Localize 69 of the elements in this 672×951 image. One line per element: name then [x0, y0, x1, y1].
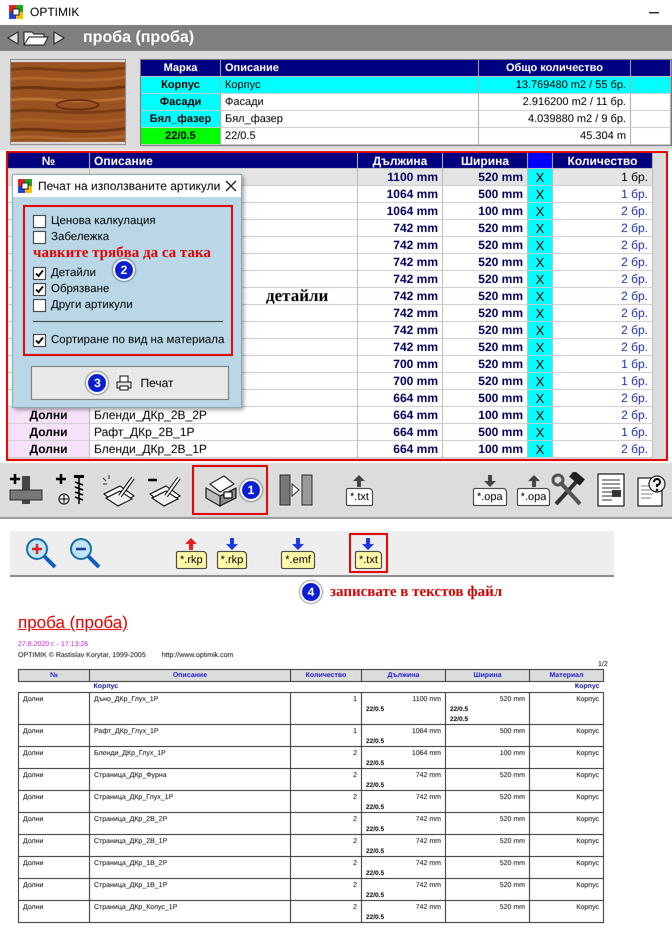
table-cell: X: [528, 322, 553, 339]
table-cell: X: [528, 288, 553, 305]
table-cell: 22/0.5: [141, 128, 221, 145]
table-cell: 45.304 m: [479, 128, 631, 145]
table-cell: X: [528, 220, 553, 237]
table-cell: X: [528, 339, 553, 356]
step-badge: 4: [300, 581, 322, 603]
table-cell: Долни: [8, 424, 90, 441]
column-header: Общо количество: [479, 60, 631, 77]
table-cell: X: [528, 424, 553, 441]
table-cell: 22/0.5: [221, 128, 479, 145]
zoom-out-icon[interactable]: [68, 536, 102, 570]
column-header: [528, 153, 553, 169]
forward-arrow-icon[interactable]: [52, 30, 66, 46]
document-icon[interactable]: [596, 472, 626, 508]
table-cell: X: [528, 271, 553, 288]
table-cell: 2 бр.: [553, 441, 653, 458]
zoom-in-icon[interactable]: [24, 536, 58, 570]
checkmark-icon: [34, 268, 45, 278]
close-icon[interactable]: [225, 180, 238, 192]
table-cell: X: [528, 186, 553, 203]
table-cell: X: [528, 203, 553, 220]
split-icon[interactable]: [278, 472, 314, 508]
column-header: Описание: [221, 60, 479, 77]
table-row[interactable]: Долни Рафт_ДКр_2В_1Р 664 mm 500 mm X 1 бр.: [8, 424, 653, 441]
table-cell: X: [528, 305, 553, 322]
checkmark-icon: [34, 284, 45, 294]
table-cell: 664 mm: [358, 441, 443, 458]
table-cell: Бял_фазер: [141, 111, 221, 128]
table-cell: X: [528, 254, 553, 271]
step-badge: 1: [240, 479, 262, 501]
annotation-text: записвате в текстов файл: [330, 584, 502, 600]
logo-icon: [8, 4, 24, 20]
file-button[interactable]: *.txt: [348, 533, 388, 573]
table-cell: X: [528, 407, 553, 424]
table-cell: X: [528, 169, 553, 186]
back-arrow-icon[interactable]: [6, 30, 20, 46]
table-cell: X: [528, 237, 553, 254]
checkmark-icon: [34, 334, 45, 346]
report-title: проба (проба): [18, 613, 128, 633]
column-header: [631, 60, 671, 77]
table-row[interactable]: 22/0.5 22/0.5 45.304 m: [141, 128, 671, 145]
window-title: OPTIMIK: [30, 5, 80, 19]
table-cell: Фасади: [141, 94, 221, 111]
table-row[interactable]: Корпус Корпус 13.769480 m2 / 55 бр.: [141, 77, 671, 94]
table-cell: X: [528, 390, 553, 407]
logo-icon: [17, 178, 33, 194]
table-cell: Долни: [8, 407, 90, 424]
table-cell: X: [528, 373, 553, 390]
table-cell: X: [528, 441, 553, 458]
pencil-paper-icon[interactable]: [100, 472, 136, 508]
print-button[interactable]: 1: [192, 465, 268, 515]
table-cell: Бленди_ДКр_2В_1Р: [90, 441, 358, 458]
table-cell: Долни: [8, 441, 90, 458]
print-button[interactable]: 3 Печат: [31, 366, 229, 400]
table-row[interactable]: Бял_фазер Бял_фазер 4.039880 m2 / 9 бр.: [141, 111, 671, 128]
printer-icon: [116, 375, 132, 391]
step-badge: 3: [86, 372, 108, 394]
hammer-wrench-icon[interactable]: [550, 472, 586, 508]
step-badge: 2: [113, 259, 135, 281]
document-title: проба (проба): [83, 29, 194, 47]
annotation-text: детайли: [266, 288, 328, 304]
table-cell: Корпус: [141, 77, 221, 94]
table-row[interactable]: Фасади Фасади 2.916200 m2 / 11 бр.: [141, 94, 671, 111]
column-header: Марка: [141, 60, 221, 77]
table-row[interactable]: Долни Бленди_ДКр_2В_1Р 664 mm 100 mm X 2 бр.: [8, 441, 653, 458]
table-cell: X: [528, 356, 553, 373]
table-row[interactable]: Долни Бленди_ДКр_2В_2Р 664 mm 100 mm X 2 бр.: [8, 407, 653, 424]
folder-icon[interactable]: [23, 29, 49, 47]
